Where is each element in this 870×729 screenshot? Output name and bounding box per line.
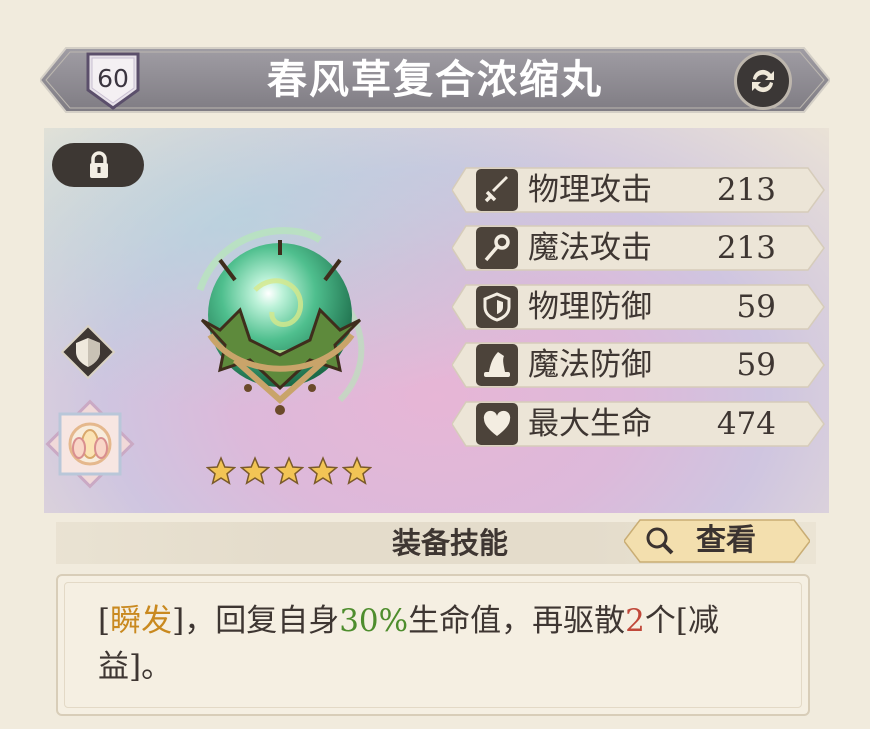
stat-label: 魔法攻击 bbox=[528, 230, 652, 266]
wizard-hat-icon bbox=[476, 344, 518, 386]
rarity-stars bbox=[205, 456, 376, 488]
view-button-label: 查看 bbox=[696, 523, 756, 558]
sword-icon bbox=[476, 169, 518, 211]
equipment-type-shield-icon bbox=[60, 324, 116, 384]
level-badge: 60 bbox=[82, 50, 144, 110]
lock-icon bbox=[90, 151, 108, 178]
stat-value: 474 bbox=[716, 406, 776, 442]
stat-row-magic-defense: 魔法防御 59 bbox=[452, 341, 826, 389]
dispel-count: 2 bbox=[625, 603, 645, 639]
item-header: 60 春风草复合浓缩丸 bbox=[40, 42, 830, 118]
swap-button[interactable] bbox=[734, 52, 792, 110]
stat-value: 59 bbox=[736, 289, 776, 325]
star-icon bbox=[273, 456, 305, 486]
stat-value: 59 bbox=[736, 347, 776, 383]
shield-icon bbox=[476, 286, 518, 328]
stat-row-max-hp: 最大生命 474 bbox=[452, 400, 826, 448]
heart-icon bbox=[476, 403, 518, 445]
stat-label: 物理防御 bbox=[528, 289, 652, 325]
star-icon bbox=[307, 456, 339, 486]
section-title: 装备技能 bbox=[391, 526, 508, 560]
class-emblem-icon bbox=[44, 398, 136, 494]
heal-percent: 30% bbox=[339, 603, 409, 639]
stat-label: 魔法防御 bbox=[528, 347, 652, 383]
stat-row-physical-defense: 物理防御 59 bbox=[452, 283, 826, 331]
item-artwork bbox=[180, 210, 390, 434]
magnifier-icon bbox=[646, 527, 674, 555]
desc-text: ]，回复自身 bbox=[172, 603, 340, 639]
item-name: 春风草复合浓缩丸 bbox=[267, 56, 603, 103]
swap-icon bbox=[752, 69, 774, 93]
stat-label: 最大生命 bbox=[528, 406, 652, 442]
lock-button[interactable] bbox=[52, 143, 144, 187]
star-icon bbox=[205, 456, 237, 486]
skill-tag-instant: 瞬发 bbox=[110, 603, 173, 639]
star-icon bbox=[341, 456, 373, 486]
stat-row-magic-attack: 魔法攻击 213 bbox=[452, 224, 826, 272]
level-number: 60 bbox=[97, 64, 129, 93]
desc-text: 生命值，再驱散 bbox=[408, 603, 626, 639]
skill-description-box: [瞬发]，回复自身30%生命值，再驱散2个[减益]。 bbox=[56, 574, 810, 716]
stat-value: 213 bbox=[716, 230, 776, 266]
desc-text: [ bbox=[98, 603, 111, 639]
stat-value: 213 bbox=[716, 172, 776, 208]
view-skill-button[interactable]: 查看 bbox=[624, 518, 810, 564]
staff-icon bbox=[476, 227, 518, 269]
stat-row-physical-attack: 物理攻击 213 bbox=[452, 166, 826, 214]
equipment-skill-header: 装备技能 查看 bbox=[50, 514, 830, 568]
skill-description: [瞬发]，回复自身30%生命值，再驱散2个[减益]。 bbox=[98, 598, 788, 690]
star-icon bbox=[239, 456, 271, 486]
stat-label: 物理攻击 bbox=[528, 172, 652, 208]
